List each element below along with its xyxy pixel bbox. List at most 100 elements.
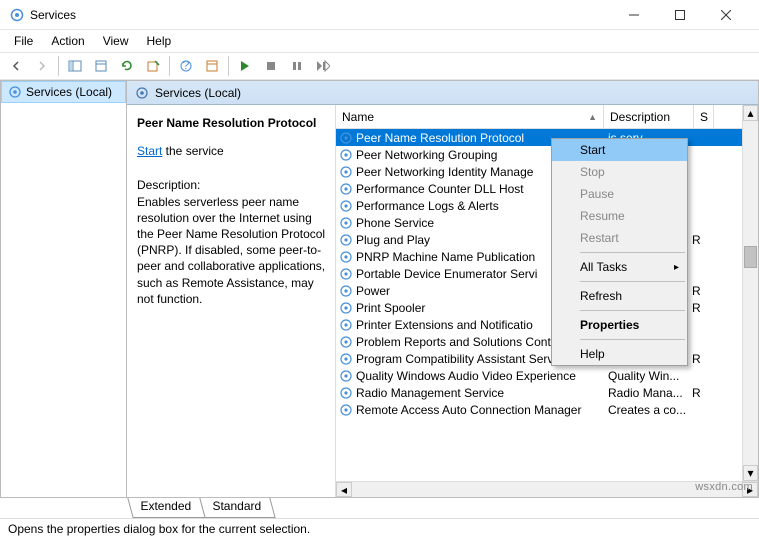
gear-icon: [338, 148, 354, 162]
service-row[interactable]: Portable Device Enumerator Servies gr...: [336, 265, 758, 282]
tab-standard[interactable]: Standard: [199, 498, 275, 518]
ctx-resume: Resume: [552, 205, 687, 227]
svg-text:?: ?: [183, 59, 190, 72]
ctx-stop: Stop: [552, 161, 687, 183]
service-row[interactable]: Printer Extensions and Notificatiovice .…: [336, 316, 758, 333]
ctx-refresh[interactable]: Refresh: [552, 285, 687, 307]
service-status: R: [692, 301, 712, 315]
refresh-button[interactable]: [115, 54, 139, 78]
gear-icon: [338, 233, 354, 247]
context-menu: Start Stop Pause Resume Restart All Task…: [551, 138, 688, 366]
service-row[interactable]: Performance Counter DLL Hosts rem...: [336, 180, 758, 197]
service-name: Quality Windows Audio Video Experience: [356, 369, 604, 383]
service-row[interactable]: Print Spoolervice ...R: [336, 299, 758, 316]
app-icon: [10, 8, 24, 22]
tree-pane: Services (Local): [1, 81, 127, 497]
ctx-start[interactable]: Start: [552, 139, 687, 161]
service-row[interactable]: Program Compatibility Assistant ServiceT…: [336, 350, 758, 367]
ctx-properties[interactable]: Properties: [552, 314, 687, 336]
ctx-separator: [580, 310, 685, 311]
close-button[interactable]: [703, 0, 749, 30]
ctx-all-tasks[interactable]: All Tasks▸: [552, 256, 687, 278]
column-description[interactable]: Description: [604, 105, 694, 128]
selected-service-title: Peer Name Resolution Protocol: [137, 115, 327, 131]
tree-root-item[interactable]: Services (Local): [1, 81, 126, 103]
service-row[interactable]: Plug and Plays a c...R: [336, 231, 758, 248]
column-headers: Name▲ Description S: [336, 105, 758, 129]
window-title: Services: [30, 8, 611, 22]
ctx-separator: [580, 281, 685, 282]
gear-icon: [338, 335, 354, 349]
service-row[interactable]: Peer Name Resolution Protocolis serv...: [336, 129, 758, 146]
column-name[interactable]: Name▲: [336, 105, 604, 128]
description-label: Description:: [137, 177, 327, 193]
service-desc: Creates a co...: [604, 403, 692, 417]
service-row[interactable]: Remote Access Auto Connection ManagerCre…: [336, 401, 758, 418]
service-row[interactable]: Poweres p...R: [336, 282, 758, 299]
export-button[interactable]: [141, 54, 165, 78]
show-hide-tree-button[interactable]: [63, 54, 87, 78]
gear-icon: [338, 386, 354, 400]
service-name: Remote Access Auto Connection Manager: [356, 403, 604, 417]
title-bar: Services: [0, 0, 759, 30]
menu-help[interactable]: Help: [139, 32, 180, 50]
service-row[interactable]: Phone Servicees th...: [336, 214, 758, 231]
properties-button[interactable]: [200, 54, 224, 78]
chevron-right-icon: ▸: [674, 262, 679, 273]
gear-icon: [338, 369, 354, 383]
vertical-scrollbar[interactable]: ▴ ▾: [742, 105, 758, 481]
scroll-left-icon[interactable]: ◂: [336, 482, 352, 497]
stop-service-button[interactable]: [259, 54, 283, 78]
start-link[interactable]: Start: [137, 144, 162, 158]
ctx-pause: Pause: [552, 183, 687, 205]
service-row[interactable]: PNRP Machine Name Publicationvice ...: [336, 248, 758, 265]
service-row[interactable]: Performance Logs & Alertsmanc...: [336, 197, 758, 214]
gear-icon: [338, 182, 354, 196]
help-button[interactable]: ?: [174, 54, 198, 78]
scroll-down-icon[interactable]: ▾: [743, 465, 758, 481]
menu-file[interactable]: File: [6, 32, 41, 50]
service-status: R: [692, 386, 712, 400]
service-row[interactable]: Radio Management ServiceRadio Mana...R: [336, 384, 758, 401]
ctx-separator: [580, 339, 685, 340]
service-status: R: [692, 233, 712, 247]
gear-icon: [8, 85, 22, 99]
tree-root-label: Services (Local): [26, 85, 112, 99]
ctx-separator: [580, 252, 685, 253]
gear-icon: [338, 318, 354, 332]
list-header: Services (Local): [127, 81, 758, 105]
forward-button[interactable]: [30, 54, 54, 78]
watermark: wsxdn.com: [695, 481, 753, 493]
service-row[interactable]: Peer Networking Identity Managees ide...: [336, 163, 758, 180]
menu-action[interactable]: Action: [43, 32, 92, 50]
gear-icon: [338, 352, 354, 366]
service-row[interactable]: Quality Windows Audio Video ExperienceQu…: [336, 367, 758, 384]
service-name: Radio Management Service: [356, 386, 604, 400]
gear-icon: [338, 199, 354, 213]
gear-icon: [338, 250, 354, 264]
service-row[interactable]: Problem Reports and Solutions Control Pa…: [336, 333, 758, 350]
scroll-thumb[interactable]: [744, 246, 757, 268]
start-service-button[interactable]: [233, 54, 257, 78]
service-desc: Radio Mana...: [604, 386, 692, 400]
view-tabs: Extended Standard: [0, 498, 759, 518]
back-button[interactable]: [4, 54, 28, 78]
pause-service-button[interactable]: [285, 54, 309, 78]
export-list-button[interactable]: [89, 54, 113, 78]
gear-icon: [338, 131, 354, 145]
minimize-button[interactable]: [611, 0, 657, 30]
restart-service-button[interactable]: [311, 54, 335, 78]
gear-icon: [135, 86, 149, 100]
detail-pane: Peer Name Resolution Protocol Start the …: [127, 105, 335, 497]
ctx-restart: Restart: [552, 227, 687, 249]
service-row[interactable]: Peer Networking Groupings mul...: [336, 146, 758, 163]
menu-view[interactable]: View: [95, 32, 137, 50]
maximize-button[interactable]: [657, 0, 703, 30]
gear-icon: [338, 216, 354, 230]
gear-icon: [338, 403, 354, 417]
scroll-up-icon[interactable]: ▴: [743, 105, 758, 121]
column-status[interactable]: S: [694, 105, 714, 128]
rows-container: Peer Name Resolution Protocolis serv...P…: [336, 129, 758, 481]
ctx-help[interactable]: Help: [552, 343, 687, 365]
tab-extended[interactable]: Extended: [127, 498, 205, 518]
